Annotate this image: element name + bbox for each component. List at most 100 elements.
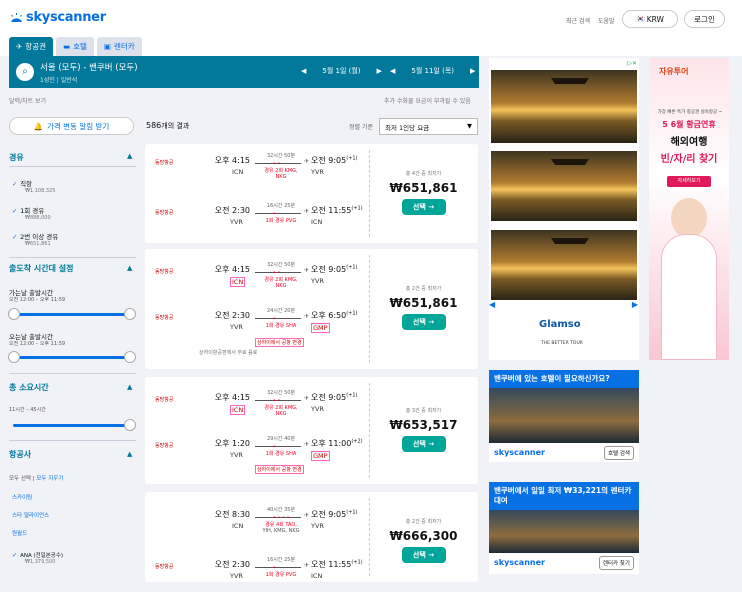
sun-logo-icon: [11, 12, 22, 22]
result-card[interactable]: 동방항공 오후 4:15 ICN 32시간 50분• •경유 2회 KMG,NK…: [145, 377, 478, 484]
airline-links: 모두 선택 | 모두 지우기: [9, 476, 64, 482]
time-filter-title[interactable]: 출도착 시간대 설정: [9, 263, 73, 274]
slider-handle[interactable]: [8, 351, 20, 363]
login-button[interactable]: 로그인: [684, 10, 725, 28]
ad-brand: 자유투어: [659, 67, 689, 76]
bed-icon: ▬: [63, 42, 71, 51]
stop-two-plus[interactable]: ✓ 2번 이상 경유 ₩651,861: [12, 231, 58, 247]
airline-group-star[interactable]: 스타 얼라이언스: [12, 511, 49, 519]
slider-handle[interactable]: [8, 308, 20, 320]
city-image: [489, 509, 639, 553]
duration-filter-title[interactable]: 총 소요시간: [9, 382, 49, 393]
flight-route-line: 32시간 50분• •경유 2회 KMG,NKG: [255, 389, 309, 417]
return-date[interactable]: 5월 11일 (목): [411, 66, 454, 76]
sort-select[interactable]: 최저 1인당 요금 ▼: [379, 118, 478, 135]
airline-filter-title[interactable]: 항공사: [9, 449, 31, 460]
slider-handle[interactable]: [124, 308, 136, 320]
result-card[interactable]: 오전 8:30 ICN 40시간 35분• • • •경유 4회 TAO,YIH…: [145, 492, 478, 582]
check-icon: ✓: [12, 551, 18, 559]
search-summary-bar[interactable]: ⌕ 서울 (모두) - 밴쿠버 (모두) 1성인 | 일반석 ◀ 5월 1일 (…: [9, 56, 479, 88]
return-slider[interactable]: [8, 351, 136, 363]
price-alert-button[interactable]: 🔔 가격 변동 알림 받기: [9, 117, 134, 135]
flight-route-line: 29시간 40분•1회 경유 SHA: [255, 435, 309, 457]
stop-nonstop[interactable]: ✓ 직항 ₩1,108,325: [12, 178, 55, 194]
amenity-note: 상하이항공편에서 무료 음료: [199, 350, 258, 356]
slider-handle[interactable]: [124, 351, 136, 363]
deal-box: 총 4건 중 최저가 ₩651,861 선택 →: [369, 170, 478, 215]
car-search-button[interactable]: 렌터카 찾기: [598, 555, 634, 570]
hotel-search-button[interactable]: 호텔 검색: [604, 445, 634, 460]
next-arrow-icon[interactable]: ▶: [632, 300, 638, 309]
tab-hotels[interactable]: ▬ 호텔: [56, 37, 94, 56]
depart-date[interactable]: 5월 1일 (월): [322, 66, 360, 76]
return-leg: 동방항공 오전 2:30 YVR 16시간 25분•1회 경유 PVG 오전 1…: [145, 202, 369, 238]
airline-logo: 동방항공: [155, 397, 174, 403]
deal-box: 총 2건 중 최저가 ₩666,300 선택 →: [369, 518, 478, 563]
result-card[interactable]: 동방항공 오후 4:15 ICN 32시간 50분• •경유 2회 KMG,NK…: [145, 144, 478, 243]
clear-all-link[interactable]: 모두 지우기: [36, 476, 63, 482]
calendar-link[interactable]: 달력/차트 보기: [9, 96, 46, 105]
select-button[interactable]: 선택 →: [401, 436, 446, 452]
model-face: [671, 198, 707, 238]
help-link[interactable]: 도움말: [598, 16, 615, 25]
airline-item-ana[interactable]: ✓ ANA (전일본공수) ₩1,379,500: [12, 551, 63, 565]
divider: [9, 373, 136, 374]
duration-slider[interactable]: [13, 419, 136, 431]
airline-group-skyteam[interactable]: 스카이팀: [12, 493, 32, 501]
chevron-up-icon[interactable]: ▲: [127, 383, 132, 391]
side-ad[interactable]: 자유투어 가장 빠른 특가 항공권 실속항공 ~ 5 6월 황금연휴 해외여행 …: [649, 58, 729, 360]
prev-date-icon[interactable]: ◀: [301, 67, 306, 75]
divider: [9, 257, 136, 258]
ad-brand: Glamso: [539, 319, 581, 330]
product-tabs: ✈ 항공권 ▬ 호텔 ▣ 렌터카: [9, 37, 142, 56]
chevron-up-icon[interactable]: ▲: [127, 264, 132, 272]
depart-date-nav: ◀ 5월 1일 (월) ▶: [301, 66, 382, 76]
city-image: [489, 387, 639, 443]
airport-change-warning: 상하이에서 공항 변경: [255, 338, 304, 347]
search-icon[interactable]: ⌕: [16, 63, 34, 81]
recent-search-link[interactable]: 최근 검색: [566, 16, 590, 25]
ad-info-icon[interactable]: ▷✕: [627, 60, 637, 67]
airline-group-oneworld[interactable]: 원월드: [12, 529, 27, 537]
check-icon: ✓: [12, 207, 18, 215]
tab-car-hire[interactable]: ▣ 렌터카: [96, 37, 142, 56]
outbound-leg: 동방항공 오후 4:15 ICN 32시간 50분• •경유 2회 KMG,NK…: [145, 261, 369, 297]
header-links: 최근 검색 도움말: [566, 16, 615, 25]
airline-logo: 동방항공: [155, 315, 174, 321]
stops-filter-title[interactable]: 경유: [9, 152, 24, 163]
banner-ad[interactable]: ▷✕ ◀ ▶ Glamso THE BETTER TOUR: [489, 58, 639, 360]
hotel-ad[interactable]: 밴쿠버에 있는 호텔이 필요하신가요? skyscanner 호텔 검색: [489, 370, 639, 462]
outbound-leg: 동방항공 오후 4:15 ICN 32시간 50분• •경유 2회 KMG,NK…: [145, 152, 369, 188]
ad-image: [491, 151, 637, 221]
car-hire-ad[interactable]: 밴쿠버에서 일일 최저 ₩33,221의 렌터카 대여 skyscanner 렌터…: [489, 482, 639, 574]
prev-return-icon[interactable]: ◀: [390, 67, 395, 75]
airline-logo: 동방항공: [155, 210, 174, 216]
result-card[interactable]: 동방항공 오후 4:15 ICN 32시간 50분• •경유 2회 KMG,NK…: [145, 249, 478, 369]
select-button[interactable]: 선택 →: [401, 547, 446, 563]
chevron-up-icon[interactable]: ▲: [127, 450, 132, 458]
flight-route-line: 32시간 50분• •경유 2회 KMG,NKG: [255, 152, 309, 180]
chevron-down-icon: ▼: [467, 122, 472, 130]
skyscanner-logo[interactable]: skyscanner: [10, 10, 106, 25]
select-all-link[interactable]: 모두 선택: [9, 476, 31, 482]
price: ₩666,300: [389, 529, 458, 543]
stop-one[interactable]: ✓ 1회 경유 ₩888,000: [12, 205, 51, 221]
select-button[interactable]: 선택 →: [401, 199, 446, 215]
next-return-icon[interactable]: ▶: [470, 67, 475, 75]
prev-arrow-icon[interactable]: ◀: [489, 300, 495, 309]
chevron-up-icon[interactable]: ▲: [127, 152, 132, 160]
outbound-slider[interactable]: [8, 308, 136, 320]
price: ₩653,517: [389, 418, 458, 432]
tab-flights[interactable]: ✈ 항공권: [9, 37, 53, 56]
select-button[interactable]: 선택 →: [401, 314, 446, 330]
currency-button[interactable]: 🇰🇷 KRW: [622, 10, 678, 28]
slider-handle[interactable]: [124, 419, 136, 431]
next-date-icon[interactable]: ▶: [377, 67, 382, 75]
price: ₩651,861: [389, 296, 458, 310]
ad-more-button[interactable]: 자세히보기: [667, 176, 711, 187]
bell-icon: 🔔: [33, 121, 43, 131]
flight-route-line: 40시간 35분• • • •경유 4회 TAO,YIH, KMG, NKG: [255, 506, 309, 534]
divider: [9, 440, 136, 441]
plane-icon: ✈: [16, 42, 23, 51]
airline-logo: 동방항공: [155, 269, 174, 275]
